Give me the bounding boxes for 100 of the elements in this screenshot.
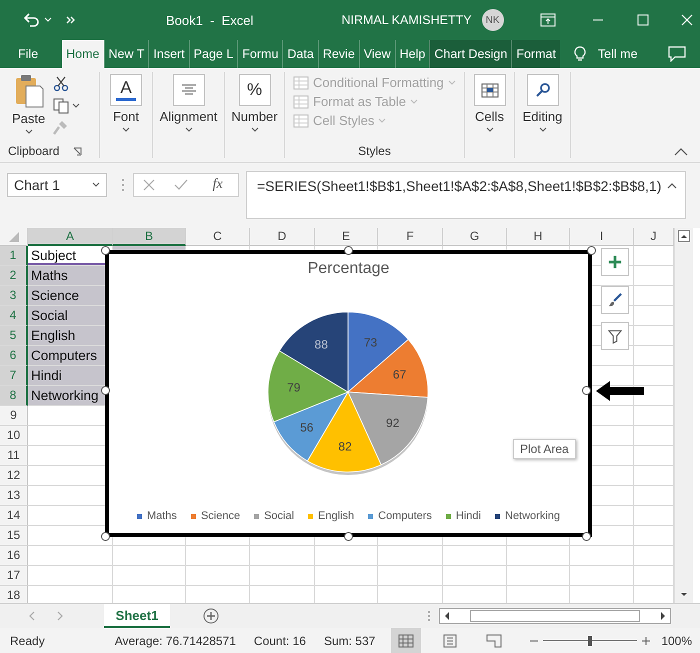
legend-item: English <box>308 510 354 522</box>
row-header[interactable]: 15 <box>0 526 28 546</box>
paste-button[interactable]: Paste <box>8 72 50 137</box>
row-header[interactable]: 11 <box>0 446 28 466</box>
sheet-tab[interactable]: Sheet1 <box>104 604 170 628</box>
row-header[interactable]: 1 <box>0 246 28 266</box>
table-style-icon <box>293 114 309 128</box>
data-label: 82 <box>338 439 352 454</box>
row-header[interactable]: 18 <box>0 586 28 603</box>
ribbon-tab[interactable]: Format <box>511 40 560 68</box>
row-header[interactable]: 4 <box>0 306 28 326</box>
row-header[interactable]: 10 <box>0 426 28 446</box>
zoom-level: 100% <box>661 634 692 648</box>
column-header[interactable]: A <box>28 228 113 246</box>
row-header[interactable]: 2 <box>0 266 28 286</box>
row-header[interactable]: 12 <box>0 466 28 486</box>
legend-label: Maths <box>146 510 177 522</box>
legend-label: English <box>318 510 354 522</box>
legend-item: Hindi <box>446 510 481 522</box>
dialog-launcher-icon[interactable] <box>73 146 82 156</box>
legend-item: Social <box>254 510 294 522</box>
formula-field[interactable]: =SERIES(Sheet1!$B$1,Sheet1!$A$2:$A$8,Sheet1!$B$2:$B$8,1) <box>246 171 686 219</box>
data-label: 67 <box>392 368 406 382</box>
column-header[interactable]: C <box>186 228 250 246</box>
resize-handle[interactable] <box>101 532 110 541</box>
status-text: Ready <box>10 634 45 648</box>
row-header[interactable]: 6 <box>0 346 28 366</box>
scroll-up-icon[interactable] <box>678 230 690 242</box>
collapse-icon[interactable] <box>667 182 677 189</box>
arrow-icon <box>594 379 646 403</box>
insert-function-button[interactable]: fx <box>206 176 229 194</box>
normal-view-button[interactable] <box>391 628 422 653</box>
collapse-ribbon-icon[interactable] <box>674 148 688 156</box>
comment-icon[interactable] <box>668 46 686 62</box>
ribbon-tab[interactable]: Chart Design <box>429 40 512 68</box>
chart-filter-button[interactable] <box>601 322 629 350</box>
row-header[interactable]: 16 <box>0 546 28 566</box>
ribbon-tab[interactable]: File <box>0 40 50 68</box>
column-header[interactable]: F <box>378 228 443 246</box>
align-center-icon <box>180 84 196 96</box>
resize-handle[interactable] <box>344 532 353 541</box>
font-button[interactable]: A Font <box>106 72 146 135</box>
column-header[interactable]: J <box>634 228 674 246</box>
column-header[interactable]: H <box>507 228 570 246</box>
row-header[interactable]: 7 <box>0 366 28 386</box>
scissors-icon[interactable] <box>53 76 70 92</box>
ribbon-display-icon[interactable] <box>540 13 556 27</box>
column-header[interactable]: D <box>250 228 315 246</box>
chart-brush-button[interactable] <box>601 286 629 314</box>
ribbon-tab[interactable]: Home <box>62 40 104 68</box>
caret-icon <box>250 127 258 133</box>
font-icon: A <box>110 74 142 106</box>
caret-icon <box>538 127 546 133</box>
more-icon[interactable] <box>66 15 76 25</box>
data-label: 73 <box>364 336 378 350</box>
row-header[interactable]: 14 <box>0 506 28 526</box>
table-cell <box>378 566 443 586</box>
resize-handle[interactable] <box>344 246 353 255</box>
resize-handle[interactable] <box>587 246 596 255</box>
maximize-icon[interactable] <box>636 14 649 26</box>
row-header[interactable]: 9 <box>0 406 28 426</box>
add-sheet-icon[interactable] <box>203 608 219 624</box>
row-header[interactable]: 3 <box>0 286 28 306</box>
close-icon[interactable] <box>680 14 693 26</box>
user-avatar[interactable]: NK <box>482 9 504 31</box>
chart-plus-button[interactable] <box>601 248 629 276</box>
editing-button[interactable]: Editing <box>518 72 566 135</box>
plus-icon <box>608 254 622 270</box>
copy-icon[interactable] <box>53 98 70 114</box>
legend-label: Networking <box>505 510 560 522</box>
table-cell: Subject <box>28 246 113 266</box>
number-button[interactable]: % Number <box>227 72 282 135</box>
name-box[interactable]: Chart 1 <box>7 173 107 197</box>
page-layout-icon <box>442 634 458 648</box>
column-header[interactable]: I <box>570 228 634 246</box>
horizontal-scrollbar[interactable] <box>439 608 671 624</box>
legend-label: Hindi <box>456 510 481 522</box>
column-header[interactable]: G <box>443 228 507 246</box>
row-header[interactable]: 5 <box>0 326 28 346</box>
column-header[interactable]: B <box>113 228 186 246</box>
row-header[interactable]: 8 <box>0 386 28 406</box>
zoom-in-icon[interactable] <box>641 636 652 646</box>
column-header[interactable]: E <box>315 228 378 246</box>
alignment-button[interactable]: Alignment <box>156 72 222 135</box>
caret-icon <box>410 98 418 104</box>
grip-icon <box>427 610 431 622</box>
brush-icon <box>608 292 622 308</box>
group-label: Styles <box>358 144 391 158</box>
row-header[interactable]: 17 <box>0 566 28 586</box>
row-header[interactable]: 13 <box>0 486 28 506</box>
slider-thumb[interactable] <box>588 636 592 646</box>
data-label: 92 <box>386 416 400 430</box>
caret-icon <box>72 103 80 109</box>
cells-button[interactable]: Cells <box>470 72 510 135</box>
check-icon[interactable] <box>174 179 188 191</box>
resize-handle[interactable] <box>582 532 591 541</box>
tell-me-search[interactable]: Tell me <box>574 40 638 68</box>
table-cell <box>186 566 250 586</box>
undo-icon[interactable] <box>22 12 40 28</box>
legend-label: Computers <box>378 510 432 522</box>
